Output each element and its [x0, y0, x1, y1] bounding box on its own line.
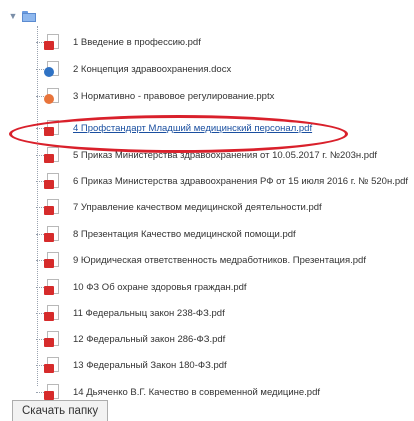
file-label[interactable]: 8 Презентация Качество медицинской помощ…	[73, 229, 296, 240]
file-label-selected[interactable]: 4 Профстандарт Младший медицинский персо…	[73, 123, 312, 134]
file-item-6[interactable]: 6 Приказ Министерства здравоохранения РФ…	[36, 171, 408, 191]
pdf-file-icon	[44, 34, 60, 50]
pdf-file-icon	[44, 120, 60, 136]
file-item-7[interactable]: 7 Управление качеством медицинской деяте…	[36, 197, 322, 217]
file-item-2[interactable]: 2 Концепция здравоохранения.docx	[36, 59, 231, 79]
file-item-11[interactable]: 11 Федеральныц закон 238-ФЗ.pdf	[36, 303, 225, 323]
file-label[interactable]: 1 Введение в профессию.pdf	[73, 37, 201, 48]
file-item-12[interactable]: 12 Федеральный закон 286-ФЗ.pdf	[36, 329, 225, 349]
file-label[interactable]: 12 Федеральный закон 286-ФЗ.pdf	[73, 334, 225, 345]
file-item-3[interactable]: 3 Нормативно - правовое регулирование.pp…	[36, 86, 274, 106]
file-item-13[interactable]: 13 Федеральный Закон 180-ФЗ.pdf	[36, 355, 227, 375]
pdf-file-icon	[44, 199, 60, 215]
collapse-toggle-icon[interactable]: ▼	[8, 11, 18, 21]
pptx-file-icon	[44, 88, 60, 104]
folder-icon	[22, 10, 36, 22]
pdf-file-icon	[44, 279, 60, 295]
pdf-file-icon	[44, 147, 60, 163]
file-label[interactable]: 9 Юридическая ответственность медработни…	[73, 255, 366, 266]
file-label[interactable]: 6 Приказ Министерства здравоохранения РФ…	[73, 176, 408, 187]
file-item-10[interactable]: 10 ФЗ Об охране здоровья граждан.pdf	[36, 277, 247, 297]
file-label[interactable]: 13 Федеральный Закон 180-ФЗ.pdf	[73, 360, 227, 371]
file-item-5[interactable]: 5 Приказ Министерства здравоохранения от…	[36, 145, 377, 165]
file-item-14[interactable]: 14 Дьяченко В.Г. Качество в современной …	[36, 382, 320, 402]
docx-file-icon	[44, 61, 60, 77]
file-label[interactable]: 5 Приказ Министерства здравоохранения от…	[73, 150, 377, 161]
file-label[interactable]: 14 Дьяченко В.Г. Качество в современной …	[73, 387, 320, 398]
pdf-file-icon	[44, 357, 60, 373]
download-folder-button[interactable]: Скачать папку	[12, 400, 109, 421]
pdf-file-icon	[44, 331, 60, 347]
file-label[interactable]: 2 Концепция здравоохранения.docx	[73, 64, 231, 75]
file-label[interactable]: 10 ФЗ Об охране здоровья граждан.pdf	[73, 282, 247, 293]
pdf-file-icon	[44, 252, 60, 268]
file-item-9[interactable]: 9 Юридическая ответственность медработни…	[36, 250, 366, 270]
pdf-file-icon	[44, 173, 60, 189]
pdf-file-icon	[44, 384, 60, 400]
pdf-file-icon	[44, 226, 60, 242]
file-item-1[interactable]: 1 Введение в профессию.pdf	[36, 32, 201, 52]
file-label[interactable]: 3 Нормативно - правовое регулирование.pp…	[73, 91, 274, 102]
file-label[interactable]: 11 Федеральныц закон 238-ФЗ.pdf	[73, 308, 225, 319]
folder-root[interactable]: ▼	[8, 8, 36, 24]
file-label[interactable]: 7 Управление качеством медицинской деяте…	[73, 202, 322, 213]
file-item-8[interactable]: 8 Презентация Качество медицинской помощ…	[36, 224, 296, 244]
pdf-file-icon	[44, 305, 60, 321]
file-item-4[interactable]: 4 Профстандарт Младший медицинский персо…	[36, 118, 312, 138]
